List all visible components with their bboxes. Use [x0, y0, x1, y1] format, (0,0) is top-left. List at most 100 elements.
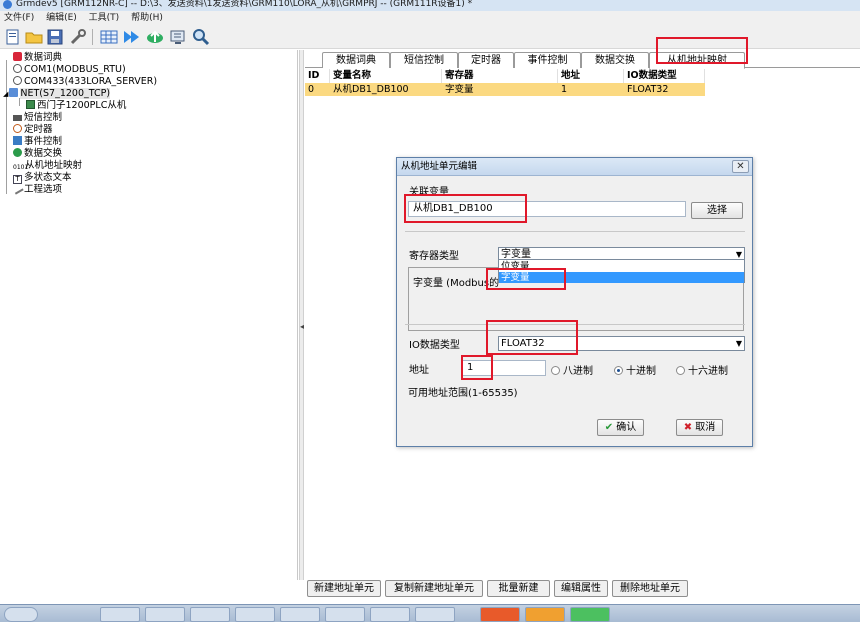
edit-properties-button[interactable]: 编辑属性 [554, 580, 608, 597]
taskbar-item[interactable] [280, 607, 320, 622]
select-button[interactable]: 选择 [691, 202, 743, 219]
menu-tools[interactable]: 工具(T) [89, 13, 120, 23]
device-icon [26, 100, 35, 109]
tab-strip: 数据词典 短信控制 定时器 事件控制 数据交换 从机地址映射 [305, 50, 860, 69]
event-icon [13, 136, 22, 145]
monitor-icon[interactable] [168, 28, 188, 46]
wrench-icon[interactable] [68, 28, 88, 46]
radio-icon [551, 366, 560, 375]
dialog-title: 从机地址单元编辑 [401, 161, 478, 172]
panel-splitter[interactable]: ◂ [299, 50, 304, 580]
taskbar-item[interactable] [235, 607, 275, 622]
dialog-title-bar[interactable]: 从机地址单元编辑 [397, 158, 752, 176]
taskbar-item[interactable] [325, 607, 365, 622]
cell-var-name: 从机DB1_DB100 [333, 84, 409, 95]
ok-button[interactable]: ✔ 确认 [597, 419, 644, 436]
io-type-label: IO数据类型 [409, 340, 460, 351]
col-var-name[interactable]: 变量名称 [330, 69, 442, 83]
tree-item-multistate-text[interactable]: T 多状态文本 [13, 172, 72, 184]
col-register[interactable]: 寄存器 [442, 69, 558, 83]
tree-item-siemens-slave[interactable]: 西门子1200PLC从机 [26, 100, 126, 112]
radix-octal-radio[interactable]: 八进制 [551, 362, 593, 377]
cell-register: 字变量 [445, 84, 474, 95]
linked-var-label: 关联变量 [409, 187, 449, 198]
save-icon[interactable] [45, 28, 65, 46]
batch-new-button[interactable]: 批量新建 [487, 580, 550, 597]
table-row[interactable]: 0 从机DB1_DB100 字变量 1 FLOAT32 [305, 83, 705, 96]
taskbar-item[interactable] [190, 607, 230, 622]
delete-address-unit-button[interactable]: 删除地址单元 [612, 580, 688, 597]
download-arrow-icon[interactable] [122, 28, 142, 46]
tab-sms-control[interactable]: 短信控制 [390, 52, 458, 68]
radio-icon [676, 366, 685, 375]
menu-edit[interactable]: 编辑(E) [46, 13, 77, 23]
options-icon [11, 182, 24, 195]
serial-icon [13, 76, 22, 85]
tab-data-dictionary[interactable]: 数据词典 [322, 52, 390, 68]
taskbar-item[interactable] [480, 607, 520, 622]
taskbar-item[interactable] [145, 607, 185, 622]
divider [405, 324, 745, 325]
expand-arrow-icon[interactable]: ◢ [3, 90, 8, 98]
tab-slave-address-mapping[interactable]: 从机地址映射 [649, 52, 745, 69]
io-type-select[interactable]: FLOAT32 ▼ [498, 336, 745, 351]
collapse-arrow-icon[interactable]: ◂ [300, 322, 304, 332]
col-io-type[interactable]: IO数据类型 [624, 69, 705, 83]
tree-item-data-exchange[interactable]: 数据交换 [13, 148, 62, 160]
address-label: 地址 [409, 365, 429, 376]
tree-item-data-dictionary[interactable]: 数据词典 [13, 52, 62, 64]
chevron-down-icon[interactable]: ▼ [736, 337, 742, 350]
taskbar-item[interactable] [415, 607, 455, 622]
new-address-unit-button[interactable]: 新建地址单元 [307, 580, 381, 597]
divider [405, 231, 745, 232]
toolbar [0, 25, 860, 49]
open-folder-icon[interactable] [24, 28, 44, 46]
tab-timer[interactable]: 定时器 [458, 52, 514, 68]
table-header: ID 变量名称 寄存器 地址 IO数据类型 [305, 69, 860, 83]
radix-hex-radio[interactable]: 十六进制 [676, 362, 728, 377]
radix-decimal-radio[interactable]: 十进制 [614, 362, 656, 377]
window-title-bar: Grmdev5 [GRM112NR-C] -- D:\3、发送资料\1发送资料\… [0, 0, 860, 11]
menu-file[interactable]: 文件(F) [4, 13, 34, 23]
register-type-label: 寄存器类型 [409, 251, 459, 262]
tree-item-timer[interactable]: 定时器 [13, 124, 53, 136]
register-option-bit[interactable]: 位变量 [499, 261, 744, 272]
project-tree: 数据词典 COM1(MODBUS_RTU) COM433(433LORA_SER… [0, 50, 298, 580]
cell-id: 0 [308, 84, 315, 95]
linked-var-input[interactable]: 从机DB1_DB100 [408, 201, 686, 217]
taskbar-item[interactable] [525, 607, 565, 622]
check-icon: ✔ [604, 422, 614, 433]
book-icon [13, 52, 22, 61]
tree-item-project-options[interactable]: 工程选项 [11, 182, 62, 196]
tree-item-sms-control[interactable]: 短信控制 [13, 112, 62, 124]
taskbar-item[interactable] [370, 607, 410, 622]
register-option-word[interactable]: 字变量 [499, 272, 744, 283]
col-address[interactable]: 地址 [558, 69, 624, 83]
search-icon[interactable] [191, 28, 211, 46]
radio-icon [614, 366, 623, 375]
tab-data-exchange[interactable]: 数据交换 [581, 52, 649, 68]
tab-event-control[interactable]: 事件控制 [514, 52, 581, 68]
tree-item-com1[interactable]: COM1(MODBUS_RTU) [13, 64, 126, 76]
menu-help[interactable]: 帮助(H) [131, 13, 163, 23]
window-title: Grmdev5 [GRM112NR-C] -- D:\3、发送资料\1发送资料\… [16, 0, 473, 9]
cloud-upload-icon[interactable] [145, 28, 165, 46]
col-id[interactable]: ID [305, 69, 330, 83]
tree-item-com433[interactable]: COM433(433LORA_SERVER) [13, 76, 157, 88]
new-file-icon[interactable] [3, 28, 23, 46]
menu-bar: 文件(F) 编辑(E) 工具(T) 帮助(H) [0, 11, 860, 25]
config-grid-icon[interactable] [99, 28, 119, 46]
tree-item-slave-mapping[interactable]: 0101从机地址映射 [13, 160, 82, 172]
tree-connector [19, 98, 20, 106]
taskbar-item[interactable] [570, 607, 610, 622]
cancel-button[interactable]: ✖ 取消 [676, 419, 723, 436]
close-icon[interactable]: ✕ [732, 160, 749, 173]
bottom-button-bar: 新建地址单元 复制新建地址单元 批量新建 编辑属性 删除地址单元 [305, 578, 860, 600]
tree-item-event-control[interactable]: 事件控制 [13, 136, 62, 148]
mapping-icon: 0101 [13, 164, 29, 171]
address-input[interactable]: 1 [462, 360, 546, 376]
app-icon [3, 0, 12, 9]
copy-new-address-unit-button[interactable]: 复制新建地址单元 [385, 580, 483, 597]
taskbar-item[interactable] [100, 607, 140, 622]
start-button[interactable] [4, 607, 38, 622]
